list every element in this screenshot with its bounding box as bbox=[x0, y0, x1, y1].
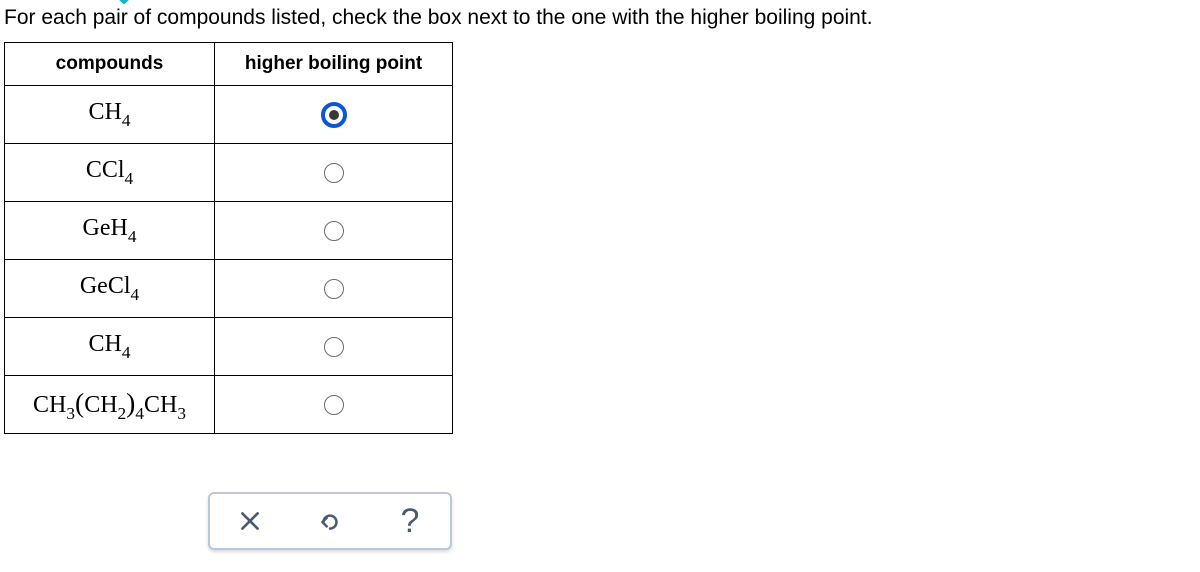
boiling-point-radio[interactable] bbox=[324, 395, 344, 415]
header-hbp: higher boiling point bbox=[215, 43, 453, 86]
radio-cell bbox=[215, 144, 453, 202]
boiling-point-radio[interactable] bbox=[321, 102, 347, 128]
radio-cell bbox=[215, 260, 453, 318]
radio-cell bbox=[215, 318, 453, 376]
boiling-point-radio[interactable] bbox=[324, 221, 344, 241]
compound-cell: CH4 bbox=[5, 318, 215, 376]
answer-toolbar: ? bbox=[208, 492, 452, 550]
boiling-point-radio[interactable] bbox=[324, 163, 344, 183]
close-icon bbox=[237, 508, 263, 534]
compound-cell: GeCl4 bbox=[5, 260, 215, 318]
chevron-down-icon bbox=[112, 0, 136, 10]
boiling-point-radio[interactable] bbox=[324, 337, 344, 357]
help-button[interactable]: ? bbox=[389, 500, 431, 542]
radio-cell bbox=[215, 86, 453, 144]
compound-cell: CH4 bbox=[5, 86, 215, 144]
undo-icon bbox=[317, 508, 343, 534]
radio-cell bbox=[215, 376, 453, 434]
compound-cell: CCl4 bbox=[5, 144, 215, 202]
header-compounds: compounds bbox=[5, 43, 215, 86]
compound-cell: GeH4 bbox=[5, 202, 215, 260]
compounds-table: compounds higher boiling point CH4CCl4Ge… bbox=[4, 42, 453, 434]
boiling-point-radio[interactable] bbox=[324, 279, 344, 299]
question-text: For each pair of compounds listed, check… bbox=[0, 0, 1200, 42]
clear-button[interactable] bbox=[229, 500, 271, 542]
radio-cell bbox=[215, 202, 453, 260]
undo-button[interactable] bbox=[309, 500, 351, 542]
compound-cell: CH3(CH2)4CH3 bbox=[5, 376, 215, 434]
